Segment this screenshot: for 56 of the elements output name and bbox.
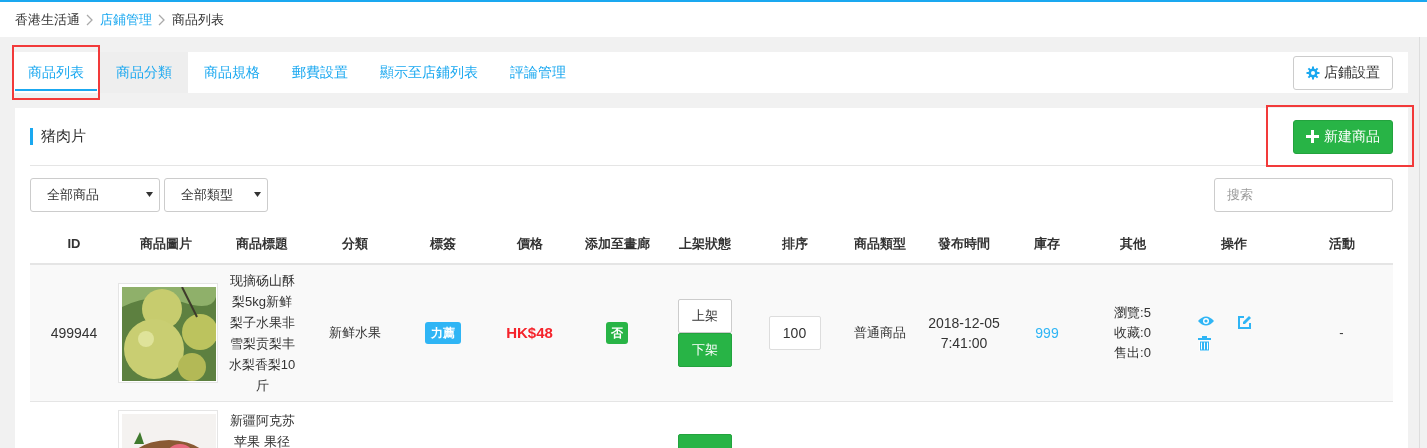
shelf-button[interactable]: 下架 (678, 333, 732, 367)
column-header: ID (66, 234, 82, 253)
id-cell-text: 499944 (50, 323, 98, 343)
table-cell-text: 新鲜水果 (329, 324, 381, 343)
column-header: 上架狀態 (678, 234, 732, 253)
product-title: 新疆阿克苏苹果 果径 (228, 412, 296, 448)
chevron-icon (158, 13, 166, 26)
table-cell-text: - (1339, 324, 1344, 343)
column-header: 活動 (1327, 234, 1356, 253)
gear-icon (1306, 65, 1320, 80)
edit-icon[interactable] (1237, 315, 1252, 330)
column-header: 商品標題 (235, 234, 289, 253)
shelf-button[interactable]: 上架 (678, 299, 732, 333)
caret-icon (254, 192, 261, 197)
search-field[interactable]: 搜索 (1214, 177, 1393, 212)
tab[interactable]: 評論管理 (494, 45, 582, 100)
caret-icon (146, 192, 153, 197)
column-header: 操作 (1220, 234, 1248, 253)
stat-text: 瀏覽:5 (1114, 304, 1151, 322)
column-header: 價格 (515, 234, 544, 253)
stat-text: 售出:0 (1114, 344, 1151, 362)
tab[interactable]: 顯示至店鋪列表 (364, 45, 494, 100)
tab[interactable]: 郵費設置 (276, 45, 364, 100)
product-title: 现摘砀山酥梨5kg新鲜梨子水果非雪梨贡梨丰水梨香梨10斤 (227, 272, 297, 395)
publish-time: 7:41:00 (940, 334, 988, 353)
chevron-icon (86, 13, 94, 26)
breadcrumb-item: 商品列表 (172, 10, 224, 29)
sort-field[interactable]: 100 (768, 316, 821, 350)
filter-dropdown[interactable]: 全部類型 (164, 177, 268, 212)
trash-icon[interactable] (1198, 336, 1211, 351)
store-settings-button[interactable]: 店鋪設置 (1293, 55, 1393, 90)
stat-text: 收藏:0 (1114, 324, 1151, 342)
tab[interactable]: 商品列表 (12, 45, 100, 100)
tab[interactable]: 商品規格 (188, 45, 276, 100)
column-header: 其他 (1118, 234, 1147, 253)
eye-icon[interactable] (1198, 315, 1214, 327)
column-header: 庫存 (1033, 234, 1061, 253)
gallery-badge: 否 (606, 322, 628, 344)
table-cell-text: 普通商品 (854, 324, 906, 343)
filter-dropdown[interactable]: 全部商品 (30, 177, 160, 212)
tag-badge: 力薦 (424, 322, 461, 344)
column-header: 添加至畫廊 (583, 234, 651, 253)
column-header: 標簽 (428, 234, 457, 253)
column-header: 商品類型 (853, 234, 907, 253)
new-product-button[interactable]: 新建商品 (1293, 119, 1393, 154)
breadcrumb-item: 香港生活通 (15, 10, 80, 29)
column-header: 發布時間 (937, 234, 991, 253)
column-header: 分類 (341, 234, 369, 253)
panel-title: 猪肉片 (41, 126, 86, 147)
title-accent-bar (30, 128, 33, 145)
plus-icon (1306, 130, 1319, 143)
price-text: HK$48 (506, 322, 553, 343)
column-header: 商品圖片 (139, 234, 193, 253)
breadcrumb-link[interactable]: 店鋪管理 (100, 9, 152, 30)
column-header: 排序 (780, 234, 809, 253)
publish-time: 2018-12-05 (928, 314, 1000, 333)
